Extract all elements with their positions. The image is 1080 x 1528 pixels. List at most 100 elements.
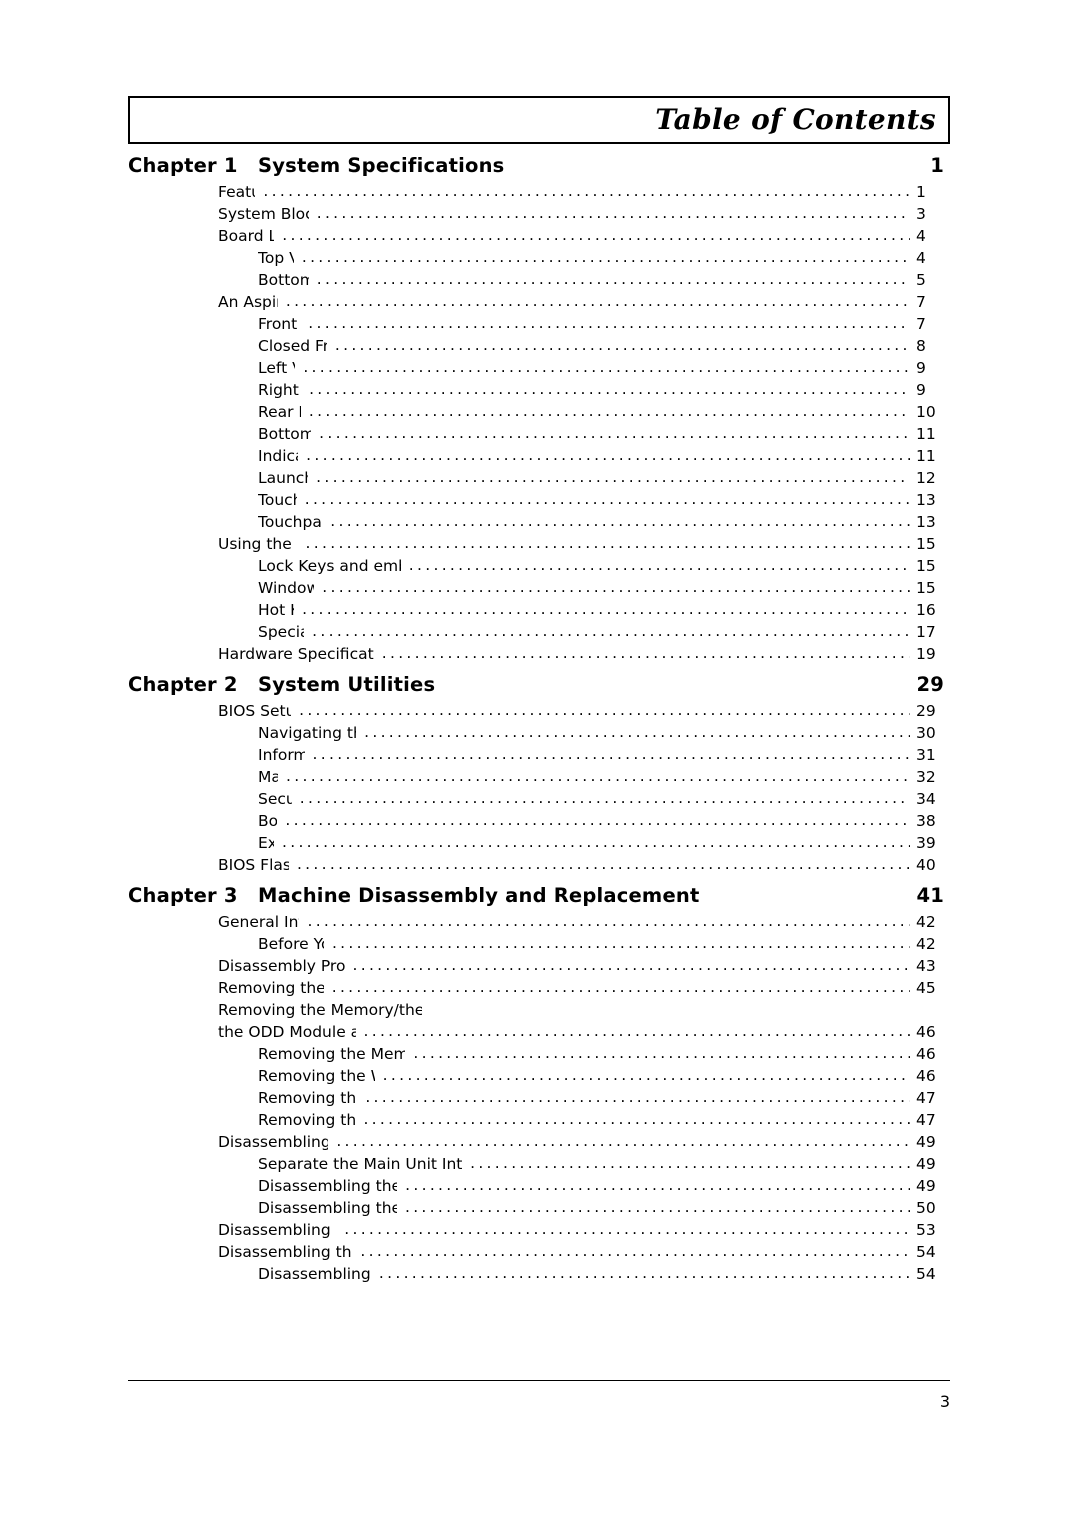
toc-entry[interactable]: Disassembling the Main Unit.............… [128,1131,950,1153]
dot-leader: ........................................… [303,358,910,376]
toc-entry-label: Exit [258,834,274,852]
dot-leader: ........................................… [299,789,910,807]
toc-entry-page-number: 19 [916,645,936,663]
toc-entry[interactable]: Board Layout............................… [128,225,950,247]
toc-entry[interactable]: Touchpad................................… [128,489,950,511]
toc-entry[interactable]: Launch Keys.............................… [128,467,950,489]
dot-leader: ........................................… [319,424,910,442]
toc-entry[interactable]: Removing the Wireless LAN Card..........… [128,1065,950,1087]
toc-entry[interactable]: Removing the Battery Pack...............… [128,977,950,999]
toc-entry-label: Closed Front View [258,337,327,355]
toc-entry-page-number: 17 [916,623,936,641]
chapter-heading[interactable]: Chapter 3 Machine Disassembly and Replace… [128,884,950,907]
toc-entry[interactable]: Using the Keyboard......................… [128,533,950,555]
toc-entry[interactable]: Main....................................… [128,766,950,788]
toc-entry-page-number: 16 [916,601,936,619]
toc-entry-label: Windows Keys [258,579,315,597]
toc-entry-page-number: 54 [916,1243,936,1261]
toc-entry[interactable]: Disassembling the HDD Module............… [128,1263,950,1285]
toc-entry-label: Board Layout [218,227,275,245]
dot-leader: ........................................… [336,1132,910,1150]
dot-leader: ........................................… [331,934,910,952]
toc-entry[interactable]: An Aspire tour..........................… [128,291,950,313]
dot-leader: ........................................… [316,468,910,486]
toc-entry[interactable]: Lock Keys and embedded numeric keypad...… [128,555,950,577]
toc-entry[interactable]: Navigating the BIOS Utility.............… [128,722,950,744]
toc-entry[interactable]: BIOS Flash Utility......................… [128,854,950,876]
dot-leader: ........................................… [408,556,910,574]
toc-entry[interactable]: Disassembling the Lower Case Assembly...… [128,1197,950,1219]
toc-entry-label: Disassembling the Upper Case Assembly [258,1177,398,1195]
toc-entry[interactable]: Disassembly Procedure Flowchart.........… [128,955,950,977]
toc-entry-page-number: 11 [916,447,936,465]
toc-entry-label: Before You Begin [258,935,324,953]
toc-entry[interactable]: Before You Begin........................… [128,933,950,955]
toc-entry-label: Bottom View [258,271,309,289]
toc-entry-page-number: 47 [916,1111,936,1129]
toc-entry[interactable]: General Information.....................… [128,911,950,933]
toc-entry[interactable]: Touchpad Basics.........................… [128,511,950,533]
toc-entry-page-number: 40 [916,856,936,874]
toc-entry[interactable]: Removing the Memory and the HDD Module..… [128,1043,950,1065]
toc-entry[interactable]: Boot....................................… [128,810,950,832]
dot-leader: ........................................… [352,956,911,974]
dot-leader: ........................................… [364,723,910,741]
toc-entry-page-number: 46 [916,1045,936,1063]
chapter-heading[interactable]: Chapter 1 System Specifications 1 [128,154,950,177]
toc-entry-label: Disassembling the Main Unit [218,1133,329,1151]
toc-entry[interactable]: Closed Front View.......................… [128,335,950,357]
toc-entry[interactable]: Exit....................................… [128,832,950,854]
toc-entry-page-number: 31 [916,746,936,764]
toc-entry[interactable]: Disassembling the LCD Module............… [128,1219,950,1241]
chapter-title: System Utilities [258,673,436,696]
toc-entry[interactable]: Left View...............................… [128,357,950,379]
toc-entry-label: Removing the Memory/the HDD Module/the W… [218,1001,423,1019]
toc-entry-page-number: 42 [916,935,936,953]
toc-entry-label: Features [218,183,255,201]
toc-entry-page-number: 15 [916,579,936,597]
toc-entry[interactable]: Separate the Main Unit Into the Upper an… [128,1153,950,1175]
toc-entry-label: Touchpad Basics [258,513,322,531]
toc-entry[interactable]: BIOS Setup Utility......................… [128,700,950,722]
dot-leader: ........................................… [282,226,910,244]
toc-entry-page-number: 49 [916,1133,936,1151]
toc-entry[interactable]: Right View..............................… [128,379,950,401]
toc-entry-page-number: 5 [916,271,926,289]
dot-leader: ........................................… [404,1198,910,1216]
toc-entry[interactable]: Removing the LCD Module.................… [128,1109,950,1131]
toc-entry[interactable]: Special Key.............................… [128,621,950,643]
toc-entry[interactable]: Disassembling the Upper Case Assembly...… [128,1175,950,1197]
toc-entry[interactable]: Security................................… [128,788,950,810]
toc-entry[interactable]: the ODD Module and the LCD Module.......… [128,1021,950,1043]
toc-entry[interactable]: Removing the ODD Module.................… [128,1087,950,1109]
toc-entry-label: Removing the ODD Module [258,1089,357,1107]
toc-entry[interactable]: System Block Diagram....................… [128,203,950,225]
toc-entry-page-number: 7 [916,293,926,311]
chapter-page-number: 29 [916,673,944,696]
toc-entry[interactable]: Hardware Specifications and Configuratio… [128,643,950,665]
toc-entry-page-number: 1 [916,183,926,201]
toc-entry[interactable]: Windows Keys............................… [128,577,950,599]
page-title: Table of Contents [655,103,936,136]
toc-entry-label: Disassembling the LCD Module [218,1221,336,1239]
toc-entry-page-number: 29 [916,702,936,720]
toc-entry[interactable]: Bottom View.............................… [128,269,950,291]
toc-entry[interactable]: Rear Panel..............................… [128,401,950,423]
toc-entry-page-number: 49 [916,1155,936,1173]
toc-entry[interactable]: Indicators..............................… [128,445,950,467]
toc-entry[interactable]: Features................................… [128,181,950,203]
toc-entry-page-number: 43 [916,957,936,975]
toc-entry-label: Security [258,790,292,808]
dot-leader: ........................................… [322,578,910,596]
toc-entry[interactable]: Top View................................… [128,247,950,269]
toc-entry[interactable]: Bottom Panel............................… [128,423,950,445]
toc-entry[interactable]: Hot Keys................................… [128,599,950,621]
toc-entry-label: Disassembling the HDD Module [258,1265,371,1283]
toc-entry[interactable]: Disassembling the External Modules......… [128,1241,950,1263]
toc-entry[interactable]: Information.............................… [128,744,950,766]
dot-leader: ........................................… [363,1110,910,1128]
toc-entry[interactable]: Front View..............................… [128,313,950,335]
chapter-heading[interactable]: Chapter 2 System Utilities 29 [128,673,950,696]
toc-entry-page-number: 32 [916,768,936,786]
toc-entry[interactable]: Removing the Memory/the HDD Module/the W… [128,999,950,1021]
